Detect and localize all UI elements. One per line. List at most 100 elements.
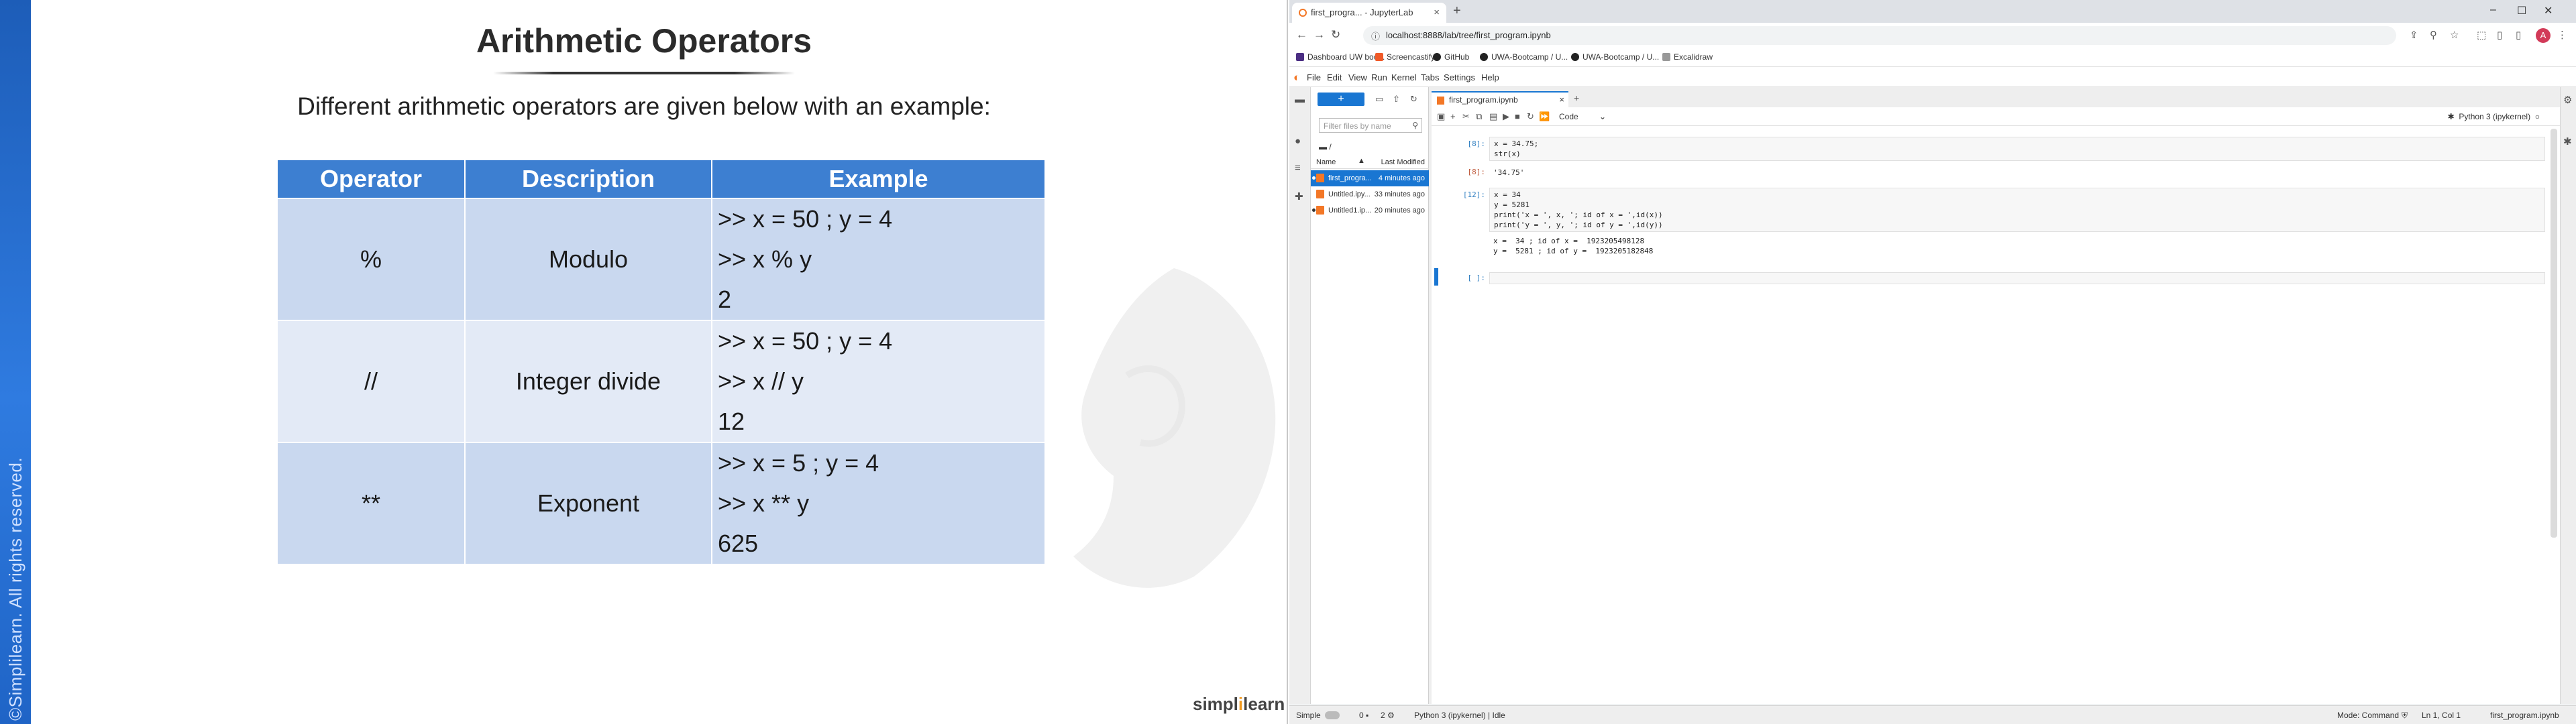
bookmark-item[interactable]: Screencastify [1375,52,1435,62]
refresh-icon[interactable]: ↻ [1410,94,1417,105]
profile-menu-icon[interactable]: ▯ [2516,29,2521,41]
bookmark-item[interactable]: Dashboard UW boo... [1296,52,1385,62]
breadcrumb[interactable]: ▬ / [1319,142,1332,152]
cut-icon[interactable]: ✂ [1462,111,1470,122]
property-inspector-icon[interactable]: ⚙ [2563,94,2574,106]
description-cell: Modulo [464,198,712,321]
new-launcher-tab-icon[interactable]: + [1574,93,1579,103]
file-row[interactable]: first_progra... 4 minutes ago [1311,170,1429,186]
cell-input[interactable]: x = 34.75; str(x) [1489,137,2545,161]
sidepanel-icon[interactable]: ▯ [2497,29,2502,41]
fast-forward-icon[interactable]: ⏩ [1539,111,1550,122]
browser-tab[interactable]: first_progra... - JupyterLab × [1292,3,1446,23]
minimize-icon[interactable]: – [2490,4,2496,16]
example-line: >> x = 5 ; y = 4 [718,449,879,477]
notebook-scrollbar[interactable] [2551,129,2557,538]
new-tab-icon[interactable]: + [1453,3,1461,19]
example-line: >> x ** y [718,489,810,517]
upload-icon[interactable]: ⇧ [1393,94,1400,105]
jupyter-right-sidebar: ⚙ ✱ [2560,87,2576,704]
kernel-status[interactable]: Python 3 (ipykernel) | Idle [1414,711,1505,720]
shield-icon[interactable]: ⛨ [2402,711,2408,721]
lion-watermark-icon [1073,268,1276,588]
column-name[interactable]: Name [1316,158,1336,166]
operators-table: Operator Description Example % Modulo >>… [276,159,1046,565]
folder-icon[interactable]: ▬ [1295,94,1305,105]
table-row: % Modulo >> x = 50 ; y = 4 >> x % y 2 [276,198,1046,321]
column-modified[interactable]: Last Modified [1381,158,1425,166]
running-indicator-icon [1312,208,1316,212]
jupyter-logo-icon: ◐ [1293,71,1301,84]
save-icon[interactable]: ▣ [1437,111,1445,122]
extensions-icon[interactable]: ⬚ [2477,29,2486,41]
file-list-header: Name ▲ Last Modified [1311,156,1429,169]
cursor-position[interactable]: Ln 1, Col 1 [2422,711,2461,720]
bookmark-item[interactable]: Excalidraw [1662,52,1713,62]
close-tab-icon[interactable]: × [1559,95,1564,105]
bookmark-star-icon[interactable]: ☆ [2450,29,2459,41]
search-icon: ⚲ [1412,121,1418,130]
back-icon[interactable]: ← [1296,28,1307,42]
reload-icon[interactable]: ↻ [1331,28,1340,42]
search-icon[interactable]: ⚲ [2430,29,2437,41]
title-underline [493,72,795,74]
simple-mode-toggle[interactable]: Simple [1296,711,1340,720]
kernel-count[interactable]: 2 ⚙ [1381,711,1395,720]
info-icon[interactable]: ⓘ [1371,29,1380,42]
menu-settings[interactable]: Settings [1444,72,1475,82]
new-launcher-button[interactable]: + [1318,93,1364,106]
insert-cell-icon[interactable]: + [1450,111,1456,121]
menu-run[interactable]: Run [1371,72,1387,82]
bookmarks-bar: Dashboard UW boo... Screencastify GitHub… [1289,48,2576,67]
cell-input[interactable]: x = 34 y = 5281 print('x = ', x, '; id of … [1489,188,2545,232]
example-cell: >> x = 50 ; y = 4 >> x % y 2 [711,198,1046,321]
file-row[interactable]: Untitled.ipy... 33 minutes ago [1311,186,1429,202]
paste-icon[interactable]: ▤ [1489,111,1497,122]
close-tab-icon[interactable]: × [1434,7,1440,18]
extensions-icon[interactable]: ✚ [1295,190,1305,202]
status-bar: Simple 0 ▪ 2 ⚙ Python 3 (ipykernel) | Id… [1289,705,2576,724]
toc-icon[interactable]: ≡ [1295,162,1305,174]
restart-icon[interactable]: ↻ [1527,111,1534,122]
notebook-tab[interactable]: first_program.ipynb × [1432,91,1568,107]
debugger-icon[interactable]: ✱ [2563,135,2574,147]
file-row[interactable]: Untitled1.ip... 20 minutes ago [1311,202,1429,219]
kernel-name[interactable]: ✱ Python 3 (ipykernel) ○ [2448,112,2540,121]
output-prompt: [8]: [1467,168,1486,176]
operator-cell: % [276,198,466,321]
terminal-icon: ▪ [1366,711,1369,720]
sort-icon: ▲ [1358,157,1365,165]
menu-tabs[interactable]: Tabs [1421,72,1439,82]
bookmark-item[interactable]: UWA-Bootcamp / U... [1571,52,1659,62]
filter-input[interactable]: Filter files by name ⚲ [1319,118,1422,133]
cell-input[interactable] [1489,272,2545,284]
bookmark-item[interactable]: UWA-Bootcamp / U... [1480,52,1568,62]
maximize-icon[interactable]: ☐ [2517,4,2526,17]
new-folder-icon[interactable]: ▭ [1375,94,1383,105]
bookmark-icon [1296,53,1304,61]
forward-icon[interactable]: → [1313,28,1325,42]
terminal-count[interactable]: 0 ▪ [1359,711,1368,720]
menu-view[interactable]: View [1348,72,1367,82]
menu-edit[interactable]: Edit [1327,72,1342,82]
github-icon [1480,53,1488,61]
menu-kernel[interactable]: Kernel [1391,72,1417,82]
toggle-switch[interactable] [1324,711,1340,719]
menu-file[interactable]: File [1307,72,1321,82]
avatar[interactable]: A [2536,28,2551,43]
menu-help[interactable]: Help [1481,72,1499,82]
browser-window: first_progra... - JupyterLab × + – ☐ ✕ ←… [1289,0,2576,724]
running-icon[interactable]: ● [1295,135,1305,147]
share-icon[interactable]: ⇪ [2410,29,2418,41]
example-line: 12 [718,408,745,435]
close-window-icon[interactable]: ✕ [2544,4,2553,17]
run-icon[interactable]: ▶ [1503,111,1509,122]
url-field[interactable]: ⓘ localhost:8888/lab/tree/first_program.… [1363,26,2396,45]
menu-dots-icon[interactable]: ⋮ [2557,29,2567,41]
example-line: >> x = 50 ; y = 4 [718,205,893,233]
stop-icon[interactable]: ■ [1515,111,1520,121]
cell-prompt: [12]: [1462,190,1485,199]
cell-type-select[interactable]: Code ⌄ [1555,110,1610,123]
bookmark-item[interactable]: GitHub [1433,52,1469,62]
copy-icon[interactable]: ⧉ [1476,111,1482,122]
